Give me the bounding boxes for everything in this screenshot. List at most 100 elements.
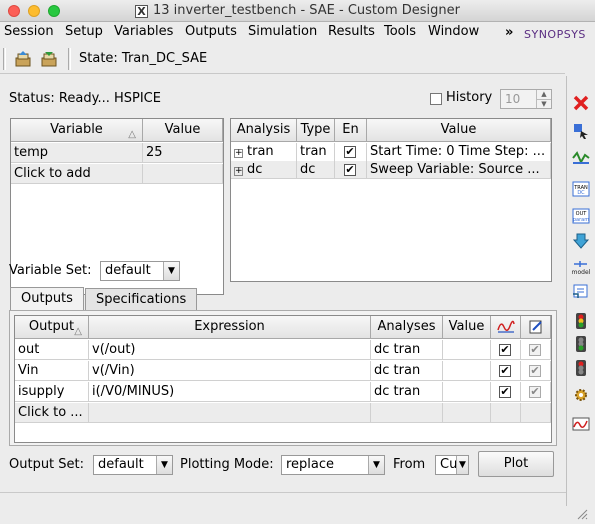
menu-outputs[interactable]: Outputs (185, 24, 237, 39)
delete-icon[interactable] (572, 94, 590, 112)
expression-cell[interactable]: v(/Vin) (89, 361, 371, 381)
save-state-icon[interactable] (40, 50, 58, 68)
menu-setup[interactable]: Setup (65, 24, 103, 39)
check-status-icon[interactable] (572, 335, 590, 353)
analysis-value-cell[interactable]: Start Time: 0 Time Step: ... (367, 143, 551, 161)
svg-text:model: model (572, 269, 590, 276)
netlist-icon[interactable] (572, 282, 590, 300)
expand-icon[interactable]: + (234, 149, 243, 158)
analyses-cell[interactable]: dc tran (371, 382, 443, 402)
output-name-cell[interactable]: Vin (15, 361, 89, 381)
menu-variables[interactable]: Variables (114, 24, 173, 39)
chevron-down-icon: ▼ (156, 456, 172, 474)
waveform-icon (496, 320, 515, 333)
save-checkbox[interactable]: ✔ (529, 386, 541, 398)
variable-value-cell[interactable]: 25 (143, 143, 223, 163)
analysis-row-tran[interactable]: + tran (231, 143, 297, 161)
main-panel: Status: Ready... HSPICE History 10 ▲ ▼ V… (0, 76, 566, 490)
menu-results[interactable]: Results (328, 24, 375, 39)
analyses-table: Analysis Type En Value + tran tran ✔ Star… (230, 118, 552, 282)
select-instance-icon[interactable] (572, 122, 590, 140)
plotting-mode-select[interactable]: replace ▼ (281, 455, 385, 475)
enable-tran-checkbox[interactable]: ✔ (344, 146, 356, 158)
variable-column-header[interactable]: Variable △ (11, 119, 143, 142)
history-spinbox[interactable]: 10 ▲ ▼ (500, 89, 552, 109)
tab-specifications[interactable]: Specifications (85, 288, 198, 310)
toolbar-separator (68, 48, 71, 70)
plot-column-header[interactable] (491, 316, 521, 339)
enabled-column-header[interactable]: En (335, 119, 367, 142)
plot-checkbox[interactable]: ✔ (499, 344, 511, 356)
analysis-column-header[interactable]: Analysis (231, 119, 297, 142)
plot-results-icon[interactable] (572, 415, 590, 433)
window-title: 13 inverter_testbench - SAE - Custom Des… (152, 3, 461, 18)
analysis-value-cell[interactable]: Sweep Variable: Source ... (367, 161, 551, 179)
expression-cell[interactable]: i(/V0/MINUS) (89, 382, 371, 402)
save-cell: ✔ (521, 382, 551, 402)
analysis-row-dc[interactable]: + dc (231, 161, 297, 179)
tran-dc-analysis-icon[interactable]: TRAN DC (572, 180, 590, 198)
output-name-cell[interactable]: isupply (15, 382, 89, 402)
plot-button[interactable]: Plot (478, 451, 554, 477)
click-to-add-variable[interactable]: Click to add (11, 164, 143, 184)
plot-cell: ✔ (491, 340, 521, 360)
from-value: Cu (440, 457, 458, 472)
download-arrow-icon[interactable] (572, 232, 590, 250)
analyses-cell[interactable]: dc tran (371, 340, 443, 360)
analyses-cell[interactable] (371, 403, 443, 423)
gear-icon[interactable] (572, 386, 590, 404)
save-checkbox[interactable]: ✔ (529, 365, 541, 377)
menu-simulation[interactable]: Simulation (248, 24, 317, 39)
enable-dc-checkbox[interactable]: ✔ (344, 164, 356, 176)
parameter-sweep-icon[interactable]: OUT param (572, 207, 590, 225)
svg-text:DC: DC (577, 190, 585, 196)
outputs-tab-panel: Output △ Expression Analyses Value out v… (9, 310, 557, 446)
variable-cell[interactable]: temp (11, 143, 143, 163)
expression-cell[interactable] (89, 403, 371, 423)
analysis-value-column-header[interactable]: Value (367, 119, 551, 142)
value-column-header[interactable]: Value (143, 119, 223, 142)
tab-outputs[interactable]: Outputs (10, 287, 84, 311)
save-checkbox[interactable]: ✔ (529, 344, 541, 356)
output-name-cell[interactable]: out (15, 340, 89, 360)
setup-wave-icon[interactable] (572, 149, 590, 167)
menu-window[interactable]: Window (428, 24, 479, 39)
save-cell: ✔ (521, 340, 551, 360)
spin-up-icon[interactable]: ▲ (536, 90, 551, 99)
toolbar-grip[interactable] (3, 48, 6, 70)
from-select[interactable]: Cu ▼ (435, 455, 469, 475)
output-set-select[interactable]: default ▼ (93, 455, 173, 475)
save-column-header[interactable] (521, 316, 551, 339)
expression-column-header[interactable]: Expression (89, 316, 371, 339)
x11-app-icon: X (134, 5, 148, 18)
variable-set-select[interactable]: default ▼ (100, 261, 180, 281)
synopsys-logo: SYNOPSYS (524, 23, 586, 42)
history-checkbox[interactable] (430, 93, 442, 105)
stop-simulation-icon[interactable] (572, 359, 590, 377)
output-column-header[interactable]: Output △ (15, 316, 89, 339)
load-state-icon[interactable] (14, 50, 32, 68)
analysis-name: dc (247, 162, 263, 177)
model-icon[interactable]: model (572, 258, 591, 276)
resize-grip-icon[interactable] (576, 508, 588, 520)
spin-down-icon[interactable]: ▼ (536, 99, 551, 108)
analysis-enable-cell: ✔ (335, 143, 367, 161)
menu-tools[interactable]: Tools (384, 24, 416, 39)
plot-checkbox[interactable]: ✔ (499, 365, 511, 377)
from-label: From (393, 457, 426, 472)
expand-icon[interactable]: + (234, 167, 243, 176)
plot-checkbox[interactable]: ✔ (499, 386, 511, 398)
variable-value-cell[interactable] (143, 164, 223, 184)
output-value-column-header[interactable]: Value (443, 316, 491, 339)
click-to-add-output[interactable]: Click to ... (15, 403, 89, 423)
expression-cell[interactable]: v(/out) (89, 340, 371, 360)
output-value-cell (443, 403, 491, 423)
plotting-mode-value: replace (286, 457, 335, 472)
run-simulation-icon[interactable] (572, 312, 590, 330)
type-column-header[interactable]: Type (297, 119, 335, 142)
chevron-down-icon: ▼ (163, 262, 179, 280)
analyses-cell[interactable]: dc tran (371, 361, 443, 381)
analyses-column-header[interactable]: Analyses (371, 316, 443, 339)
menu-overflow-icon[interactable]: » (505, 25, 513, 40)
menu-session[interactable]: Session (4, 24, 54, 39)
